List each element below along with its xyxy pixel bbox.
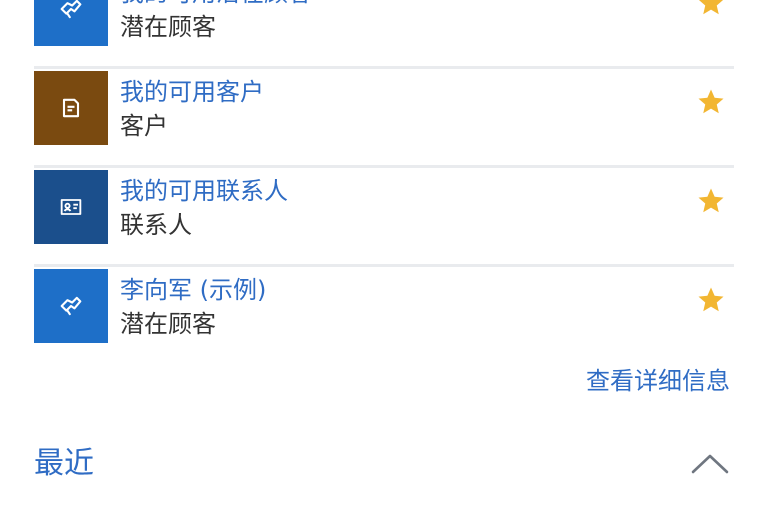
list-item[interactable]: 李向军 (示例) 潜在顾客 <box>0 267 768 366</box>
account-icon <box>62 98 80 118</box>
item-title[interactable]: 我的可用客户 <box>120 77 264 107</box>
item-title[interactable]: 李向军 (示例) <box>120 275 266 305</box>
item-type: 潜在顾客 <box>120 13 216 41</box>
view-details-link[interactable]: 查看详细信息 <box>586 366 730 396</box>
star-icon[interactable] <box>696 285 726 315</box>
contact-tile <box>34 170 108 244</box>
list-item[interactable]: 我的可用潜在顾客 潜在顾客 <box>0 0 768 69</box>
star-icon[interactable] <box>696 87 726 117</box>
account-tile <box>34 71 108 145</box>
item-title[interactable]: 我的可用联系人 <box>120 176 288 206</box>
lead-tile <box>34 269 108 343</box>
recent-title: 最近 <box>34 446 94 481</box>
lead-icon <box>60 0 82 19</box>
star-icon[interactable] <box>696 186 726 216</box>
item-type: 潜在顾客 <box>120 310 216 338</box>
chevron-up-icon[interactable] <box>690 452 730 476</box>
dashboard-panel: 我的可用潜在顾客 潜在顾客 我的可用客户 客户 <box>0 0 768 510</box>
item-type: 联系人 <box>120 211 192 239</box>
recent-section-header[interactable]: 最近 <box>0 420 768 500</box>
lead-icon <box>60 296 82 316</box>
item-type: 客户 <box>120 112 168 140</box>
contact-icon <box>60 199 82 215</box>
star-icon[interactable] <box>696 0 726 18</box>
lead-tile <box>34 0 108 46</box>
favorites-list: 我的可用潜在顾客 潜在顾客 我的可用客户 客户 <box>0 0 768 366</box>
list-item[interactable]: 我的可用客户 客户 <box>0 69 768 168</box>
list-item[interactable]: 我的可用联系人 联系人 <box>0 168 768 267</box>
item-title[interactable]: 我的可用潜在顾客 <box>120 0 312 8</box>
